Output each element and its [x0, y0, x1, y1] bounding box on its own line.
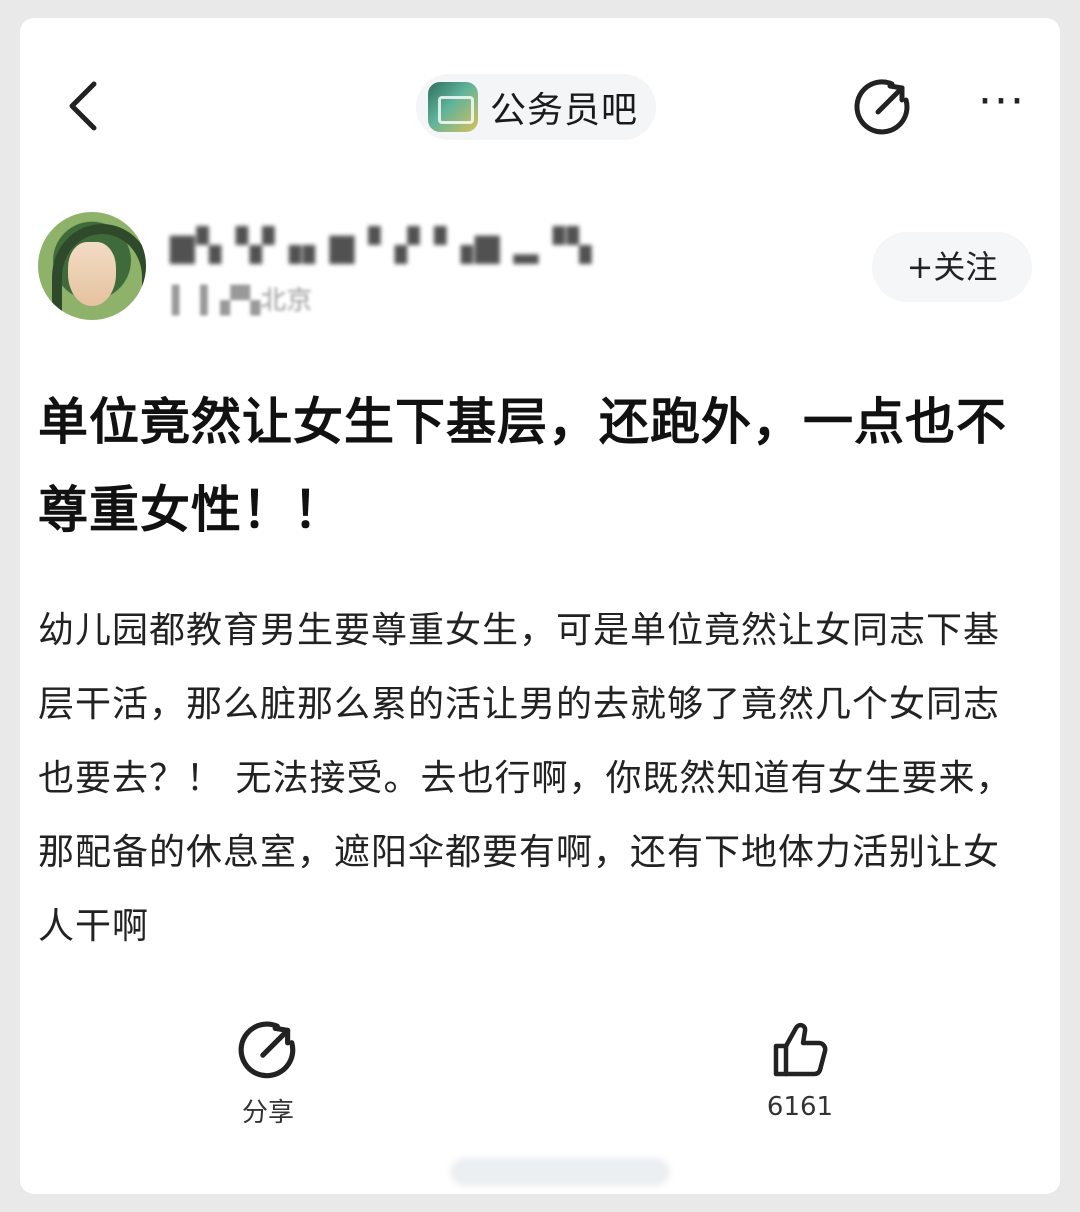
watermark: [450, 1158, 670, 1186]
author-avatar[interactable]: [38, 212, 146, 320]
like-button[interactable]: 6161: [740, 1018, 860, 1122]
author-name[interactable]: ▆▚▝▞▗▖▆ ▘▞▝▗▆ ▂▝▚: [170, 226, 593, 272]
post-page: 公务员吧 ··· ▆▚▝▞▗▖▆ ▘▞▝▗▆ ▂▝▚ ▍ ▍▞▚北京 +关注 单…: [20, 18, 1060, 1194]
post-body: 幼儿园都教育男生要尊重女生，可是单位竟然让女同志下基层干活，那么脏那么累的活让男…: [38, 610, 1013, 947]
forum-logo-icon: [428, 82, 478, 132]
post-title: 单位竟然让女生下基层，还跑外，一点也不尊重女性！！: [38, 393, 1007, 539]
back-button[interactable]: [56, 76, 116, 136]
forum-name: 公务员吧: [490, 90, 639, 131]
share-label: 分享: [241, 1098, 294, 1128]
like-icon: [773, 1022, 828, 1077]
back-arrow-icon: [69, 81, 97, 131]
forum-chip[interactable]: 公务员吧: [416, 74, 657, 140]
top-navigation-bar: 公务员吧 ···: [20, 18, 1060, 188]
more-options-button[interactable]: ···: [968, 80, 1036, 132]
share-top-button[interactable]: [852, 76, 914, 138]
share-icon: [238, 1021, 296, 1079]
follow-button[interactable]: +关注: [872, 232, 1032, 302]
like-count: 6161: [766, 1092, 834, 1122]
share-button[interactable]: 分享: [208, 1018, 328, 1129]
author-meta: ▍ ▍▞▚北京: [172, 286, 313, 316]
more-icon: ···: [978, 76, 1026, 127]
share-icon: [854, 79, 910, 135]
